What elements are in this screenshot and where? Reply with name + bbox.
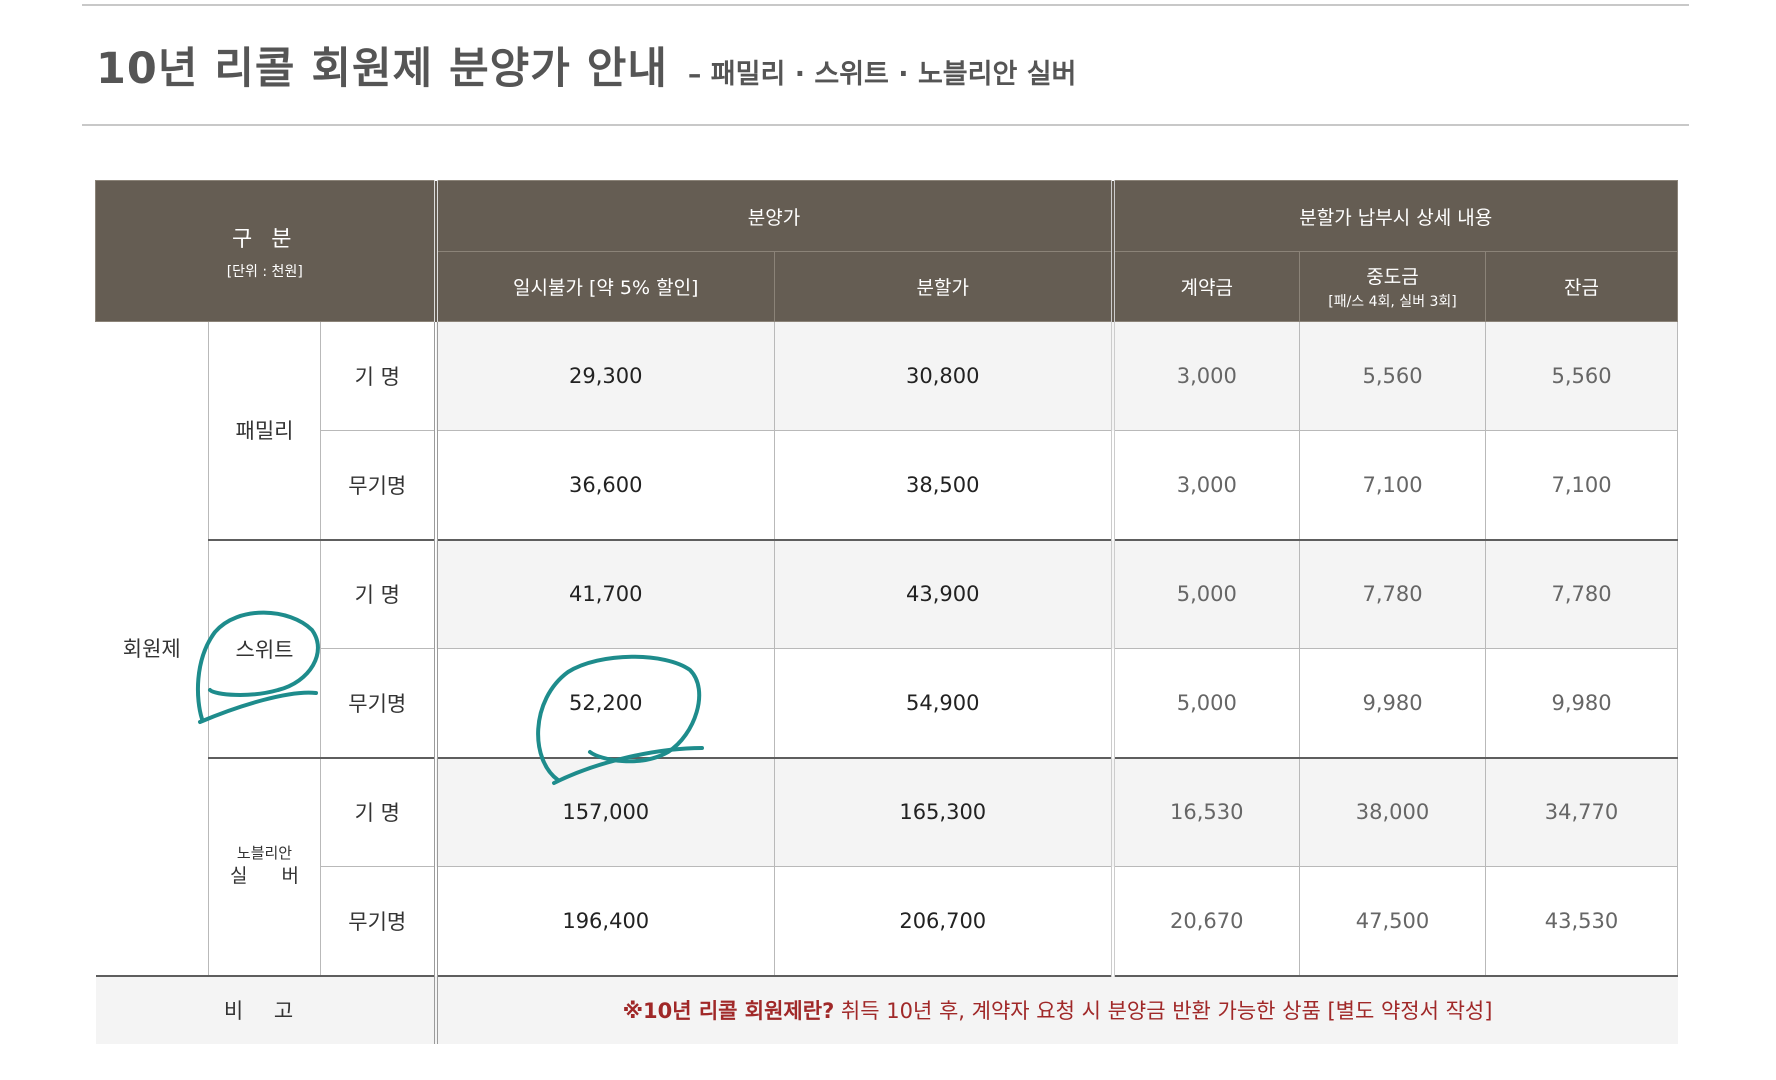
installment-cell: 30,800: [773, 321, 1114, 431]
type-label: 기 명: [320, 756, 438, 867]
group-silver-label: 실 버: [230, 864, 313, 887]
balance-cell: 9,980: [1485, 648, 1679, 758]
remark-body: 취득 10년 후, 계약자 요청 시 분양금 반환 가능한 상품 [별도 약정서…: [834, 999, 1493, 1023]
title-sub: – 패밀리 · 스위트 · 노블리안 실버: [687, 59, 1077, 90]
header-balance: 잔금: [1485, 251, 1679, 322]
title-main: 10년 리콜 회원제 분양가 안내: [96, 44, 668, 94]
middle-cell: 5,560: [1299, 321, 1487, 431]
group-suite: 스위트: [208, 538, 321, 758]
lump-sum-cell: 52,200: [435, 648, 775, 758]
lump-sum-cell: 29,300: [435, 321, 775, 431]
middle-cell: 7,100: [1299, 430, 1487, 540]
header-middle-note: [패/스 4회, 실버 3회]: [1328, 294, 1457, 310]
table-row: 노블리안 실 버 기 명 157,000 165,300 16,530 38,0…: [96, 756, 1679, 976]
installment-cell: 54,900: [773, 648, 1114, 758]
table-row: 회원제 패밀리 기 명 29,300 30,800 3,000 5,560 5,…: [95, 321, 1679, 976]
table-row: 무기명 52,200 54,900 5,000 9,980 9,980: [96, 648, 1679, 758]
balance-cell: 43,530: [1485, 866, 1679, 976]
balance-cell: 34,770: [1485, 756, 1679, 867]
remark-strong: ※10년 리콜 회원제란?: [622, 999, 835, 1023]
installment-cell: 43,900: [773, 538, 1114, 649]
header-price-group: 분양가: [434, 180, 1114, 252]
group-family: 패밀리: [208, 321, 321, 540]
header-middle-label: 중도금: [1366, 266, 1419, 288]
lump-sum-cell: 41,700: [435, 538, 775, 649]
remark-label: 비 고: [95, 974, 438, 1044]
deposit-cell: 5,000: [1110, 538, 1301, 649]
table-row: 스위트 기 명 41,700 43,900 5,000 7,780 7,780: [96, 538, 1679, 758]
balance-cell: 5,560: [1485, 321, 1679, 431]
middle-cell: 9,980: [1299, 648, 1487, 758]
deposit-cell: 3,000: [1110, 321, 1301, 431]
middle-cell: 38,000: [1299, 756, 1487, 867]
page-title: 10년 리콜 회원제 분양가 안내 – 패밀리 · 스위트 · 노블리안 실버: [96, 34, 1076, 94]
table-row: 무기명 36,600 38,500 3,000 7,100 7,100: [96, 430, 1679, 540]
lump-sum-cell: 36,600: [435, 430, 775, 540]
remark-row: 비 고 ※10년 리콜 회원제란? 취득 10년 후, 계약자 요청 시 분양금…: [95, 974, 1678, 1044]
installment-cell: 38,500: [773, 430, 1114, 540]
header-gubun-label: 구 분: [232, 227, 298, 252]
type-label: 기 명: [320, 321, 438, 431]
title-rule: [82, 124, 1689, 126]
top-rule: [82, 4, 1689, 6]
deposit-cell: 3,000: [1110, 430, 1301, 540]
lump-sum-cell: 196,400: [435, 866, 775, 976]
deposit-cell: 20,670: [1110, 866, 1301, 976]
type-label: 무기명: [320, 430, 438, 540]
deposit-cell: 5,000: [1110, 648, 1301, 758]
header-gubun: 구 분 [단위 : 천원]: [95, 180, 438, 322]
header-unit: [단위 : 천원]: [226, 264, 303, 280]
middle-cell: 7,780: [1299, 538, 1487, 649]
header-installment-group: 분할가 납부시 상세 내용: [1110, 180, 1679, 252]
middle-cell: 47,500: [1299, 866, 1487, 976]
type-label: 무기명: [320, 648, 438, 758]
header-lump-sum: 일시불가 [약 5% 할인]: [435, 251, 775, 322]
group-noblean-label: 노블리안: [236, 844, 293, 863]
table-row: 무기명 196,400 206,700 20,670 47,500 43,530: [96, 866, 1679, 976]
balance-cell: 7,100: [1485, 430, 1679, 540]
remark-text: ※10년 리콜 회원제란? 취득 10년 후, 계약자 요청 시 분양금 반환 …: [435, 974, 1678, 1044]
header-middle: 중도금 [패/스 4회, 실버 3회]: [1299, 251, 1487, 322]
group-noblean-silver: 노블리안 실 버: [208, 756, 321, 976]
installment-cell: 206,700: [773, 866, 1114, 976]
type-label: 무기명: [320, 866, 438, 976]
type-label: 기 명: [320, 538, 438, 649]
price-table: 구 분 [단위 : 천원] 분양가 분할가 납부시 상세 내용 일시불가 [약 …: [95, 180, 1679, 1044]
installment-cell: 165,300: [773, 756, 1114, 867]
header-deposit: 계약금: [1110, 251, 1301, 322]
balance-cell: 7,780: [1485, 538, 1679, 649]
header-installment: 분할가: [773, 251, 1114, 322]
lump-sum-cell: 157,000: [435, 756, 775, 867]
membership-label: 회원제: [95, 321, 209, 976]
deposit-cell: 16,530: [1110, 756, 1301, 867]
